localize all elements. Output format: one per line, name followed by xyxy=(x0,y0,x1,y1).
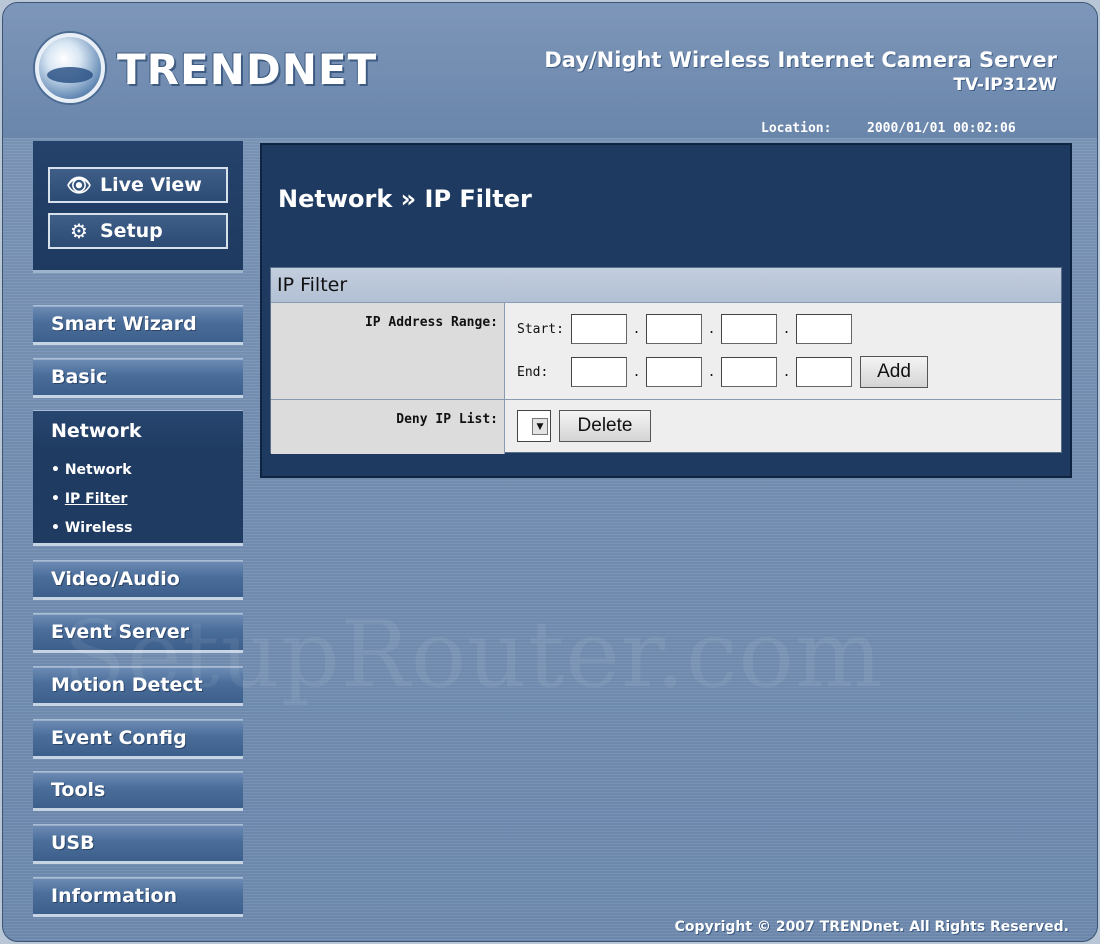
deny-ip-row: Deny IP List: ▼ Delete xyxy=(271,399,1061,454)
start-ip-octet-3[interactable] xyxy=(721,314,777,344)
end-ip-octet-4[interactable] xyxy=(796,357,852,387)
live-view-button[interactable]: 👁 Live View xyxy=(48,167,228,203)
watermark: SetupRouter.com xyxy=(63,601,884,708)
end-ip-line: End: . . . Add xyxy=(517,356,928,388)
section-title: IP Filter xyxy=(271,268,1061,303)
dot-separator: . xyxy=(782,321,791,337)
delete-button[interactable]: Delete xyxy=(559,410,651,442)
dot-separator: . xyxy=(707,364,716,380)
setup-button[interactable]: ⚙ Setup xyxy=(48,213,228,249)
app-frame: TRENDNET Day/Night Wireless Internet Cam… xyxy=(2,2,1098,942)
logo-text: TRENDNET xyxy=(117,45,378,94)
subnav-item-ip-filter[interactable]: • IP Filter xyxy=(51,489,243,518)
nav-item-event-config[interactable]: Event Config xyxy=(33,719,243,759)
ip-filter-section: IP Filter IP Address Range: Start: . . .… xyxy=(270,267,1062,454)
start-ip-octet-4[interactable] xyxy=(796,314,852,344)
copyright: Copyright © 2007 TRENDnet. All Rights Re… xyxy=(674,919,1069,935)
setup-label: Setup xyxy=(100,220,163,242)
dot-separator: . xyxy=(782,364,791,380)
dropdown-arrow-icon: ▼ xyxy=(532,418,548,435)
network-subnav: • Network • IP Filter • Wireless xyxy=(33,450,243,546)
dot-separator: . xyxy=(707,321,716,337)
location-datetime: 2000/01/01 00:02:06 xyxy=(867,121,1016,136)
ip-range-label: IP Address Range: xyxy=(271,303,505,399)
nav-item-tools[interactable]: Tools xyxy=(33,771,243,811)
model-number: TV-IP312W xyxy=(953,75,1057,95)
location-label: Location: xyxy=(761,121,832,136)
nav-item-usb[interactable]: USB xyxy=(33,824,243,864)
gear-icon: ⚙ xyxy=(70,219,88,243)
end-ip-octet-2[interactable] xyxy=(646,357,702,387)
eye-icon: 👁 xyxy=(66,173,92,197)
end-ip-octet-1[interactable] xyxy=(571,357,627,387)
view-panel: 👁 Live View ⚙ Setup xyxy=(33,141,243,273)
dot-separator: . xyxy=(632,321,641,337)
subnav-item-wireless[interactable]: • Wireless xyxy=(51,518,243,547)
start-ip-octet-1[interactable] xyxy=(571,314,627,344)
nav-item-video-audio[interactable]: Video/Audio xyxy=(33,560,243,600)
subnav-item-network[interactable]: • Network xyxy=(51,460,243,489)
deny-ip-label: Deny IP List: xyxy=(271,400,505,454)
nav-item-network[interactable]: Network xyxy=(33,410,243,450)
start-ip-line: Start: . . . xyxy=(517,313,852,345)
product-title: Day/Night Wireless Internet Camera Serve… xyxy=(544,48,1057,72)
page-title: Network » IP Filter xyxy=(278,185,532,213)
deny-ip-controls: ▼ Delete xyxy=(517,410,651,442)
nav-item-information[interactable]: Information xyxy=(33,877,243,917)
end-label: End: xyxy=(517,364,549,380)
end-ip-octet-3[interactable] xyxy=(721,357,777,387)
globe-logo-icon xyxy=(35,33,105,103)
main-panel: Network » IP Filter IP Filter IP Address… xyxy=(260,143,1072,478)
nav-item-basic[interactable]: Basic xyxy=(33,358,243,398)
deny-ip-select[interactable]: ▼ xyxy=(517,410,551,442)
live-view-label: Live View xyxy=(100,174,202,196)
add-button[interactable]: Add xyxy=(860,356,928,388)
nav-item-smart-wizard[interactable]: Smart Wizard xyxy=(33,305,243,345)
dot-separator: . xyxy=(632,364,641,380)
start-ip-octet-2[interactable] xyxy=(646,314,702,344)
ip-range-row: IP Address Range: Start: . . . End: . . … xyxy=(271,303,1061,399)
start-label: Start: xyxy=(517,321,564,337)
trendnet-logo: TRENDNET xyxy=(33,31,376,111)
